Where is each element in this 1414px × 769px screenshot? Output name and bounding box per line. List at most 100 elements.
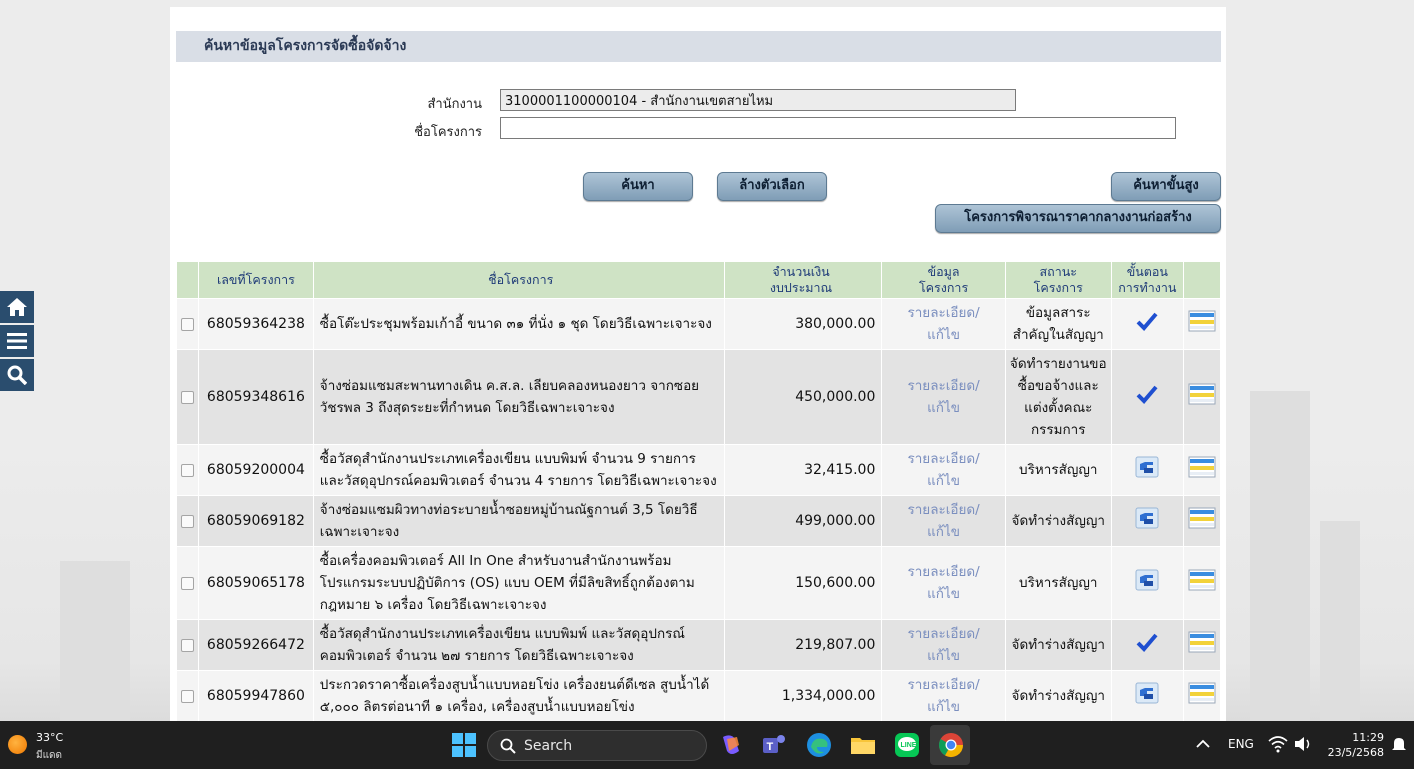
detail-link-line1[interactable]: รายละเอียด/ [907, 378, 979, 394]
row-checkbox-cell [176, 298, 199, 350]
card-edit-icon[interactable] [1188, 456, 1216, 478]
project-name-input[interactable] [500, 117, 1176, 139]
hand-icon[interactable] [1135, 682, 1159, 704]
step-cell[interactable] [1110, 444, 1184, 496]
copilot-icon[interactable] [717, 731, 745, 759]
detail-link-line1[interactable]: รายละเอียด/ [907, 451, 979, 467]
edit-cell[interactable] [1182, 495, 1222, 547]
hand-icon[interactable] [1135, 507, 1159, 529]
edit-cell[interactable] [1182, 546, 1222, 620]
card-edit-icon[interactable] [1188, 631, 1216, 653]
hand-icon[interactable] [1135, 569, 1159, 591]
chrome-icon[interactable] [937, 731, 965, 759]
step-cell[interactable] [1110, 349, 1184, 445]
table-body: 68059364238 ซื้อโต๊ะประชุมพร้อมเก้าอี้ ข… [176, 298, 1222, 722]
page-title: ค้นหาข้อมูลโครงการจัดซื้อจัดจ้าง [176, 31, 1221, 62]
detail-link-line1[interactable]: รายละเอียด/ [907, 564, 979, 580]
row-checkbox[interactable] [181, 390, 194, 404]
chevron-up-icon[interactable] [1194, 735, 1212, 753]
step-cell[interactable] [1110, 546, 1184, 620]
detail-edit-link[interactable]: รายละเอียด/แก้ไข [881, 619, 1006, 671]
header-status-line1: สถานะ [1039, 264, 1077, 279]
office-field[interactable] [500, 89, 1016, 111]
detail-edit-link[interactable]: รายละเอียด/แก้ไข [881, 495, 1006, 547]
edit-cell[interactable] [1182, 298, 1222, 350]
row-checkbox[interactable] [181, 638, 194, 652]
step-cell[interactable] [1110, 298, 1184, 350]
check-icon[interactable] [1136, 632, 1158, 652]
search-label: Search [524, 738, 573, 754]
weather-condition[interactable]: มีแดด [36, 748, 62, 763]
office-label: สำนักงาน [427, 97, 482, 112]
detail-edit-link[interactable]: รายละเอียด/แก้ไข [881, 670, 1006, 722]
table-row: 68059065178 ซื้อเครื่องคอมพิวเตอร์ All I… [176, 546, 1222, 620]
check-icon[interactable] [1136, 384, 1158, 404]
row-checkbox[interactable] [181, 317, 194, 331]
header-edit-col [1182, 261, 1222, 299]
row-checkbox[interactable] [181, 514, 194, 528]
file-explorer-icon[interactable] [849, 731, 877, 759]
edit-cell[interactable] [1182, 670, 1222, 722]
edit-cell[interactable] [1182, 619, 1222, 671]
project-name: ซื้อวัสดุสำนักงานประเภทเครื่องเขียน แบบพ… [312, 619, 725, 671]
search-button[interactable]: ค้นหา [583, 172, 693, 201]
windows-start-icon[interactable] [450, 731, 478, 759]
menu-button[interactable] [0, 325, 34, 357]
detail-link-line2[interactable]: แก้ไข [927, 327, 960, 343]
detail-edit-link[interactable]: รายละเอียด/แก้ไข [881, 546, 1006, 620]
detail-link-line1[interactable]: รายละเอียด/ [907, 502, 979, 518]
card-edit-icon[interactable] [1188, 507, 1216, 529]
card-edit-icon[interactable] [1188, 383, 1216, 405]
teams-icon[interactable]: T [760, 731, 788, 759]
hand-icon[interactable] [1135, 456, 1159, 478]
row-checkbox[interactable] [181, 576, 194, 590]
detail-link-line2[interactable]: แก้ไข [927, 586, 960, 602]
row-checkbox-cell [176, 444, 199, 496]
detail-link-line2[interactable]: แก้ไข [927, 699, 960, 715]
step-cell[interactable] [1110, 619, 1184, 671]
wifi-icon[interactable] [1268, 735, 1288, 753]
sun-icon[interactable] [8, 735, 27, 754]
detail-edit-link[interactable]: รายละเอียด/แก้ไข [881, 444, 1006, 496]
taskbar-search[interactable]: Search [487, 730, 707, 761]
edit-cell[interactable] [1182, 444, 1222, 496]
notification-icon[interactable] [1390, 735, 1408, 753]
home-button[interactable] [0, 291, 34, 323]
detail-edit-link[interactable]: รายละเอียด/แก้ไข [881, 298, 1006, 350]
language-indicator[interactable]: ENG [1228, 737, 1254, 751]
project-name: ประกวดราคาซื้อเครื่องสูบน้ำแบบหอยโข่ง เค… [312, 670, 725, 722]
card-edit-icon[interactable] [1188, 682, 1216, 704]
advanced-search-button[interactable]: ค้นหาขั้นสูง [1111, 172, 1221, 201]
median-price-button[interactable]: โครงการพิจารณาราคากลางงานก่อสร้าง [935, 204, 1221, 233]
clear-button[interactable]: ล้างตัวเลือก [717, 172, 827, 201]
header-project-name: ชื่อโครงการ [312, 261, 725, 299]
edge-icon[interactable] [805, 731, 833, 759]
detail-edit-link[interactable]: รายละเอียด/แก้ไข [881, 349, 1006, 445]
detail-link-line2[interactable]: แก้ไข [927, 400, 960, 416]
row-checkbox[interactable] [181, 689, 194, 703]
detail-link-line1[interactable]: รายละเอียด/ [907, 626, 979, 642]
step-cell[interactable] [1110, 670, 1184, 722]
line-icon[interactable]: LINE [893, 731, 921, 759]
volume-icon[interactable] [1293, 735, 1313, 753]
row-checkbox[interactable] [181, 463, 194, 477]
project-amount: 150,600.00 [723, 546, 883, 620]
detail-link-line1[interactable]: รายละเอียด/ [907, 305, 979, 321]
clock[interactable]: 11:29 23/5/2568 [1328, 730, 1384, 760]
table-row: 68059200004 ซื้อวัสดุสำนักงานประเภทเครื่… [176, 444, 1222, 496]
header-step-line2: การทำงาน [1118, 280, 1177, 295]
detail-link-line2[interactable]: แก้ไข [927, 473, 960, 489]
card-edit-icon[interactable] [1188, 569, 1216, 591]
search-side-button[interactable] [0, 359, 34, 391]
detail-link-line1[interactable]: รายละเอียด/ [907, 677, 979, 693]
detail-link-line2[interactable]: แก้ไข [927, 524, 960, 540]
step-cell[interactable] [1110, 495, 1184, 547]
table-row: 68059266472 ซื้อวัสดุสำนักงานประเภทเครื่… [176, 619, 1222, 671]
edit-cell[interactable] [1182, 349, 1222, 445]
detail-link-line2[interactable]: แก้ไข [927, 648, 960, 664]
project-status: ข้อมูลสาระสำคัญในสัญญา [1004, 298, 1112, 350]
project-name: จ้างซ่อมแซมสะพานทางเดิน ค.ส.ล. เลียบคลอง… [312, 349, 725, 445]
card-edit-icon[interactable] [1188, 310, 1216, 332]
check-icon[interactable] [1136, 311, 1158, 331]
weather-temperature[interactable]: 33°C [36, 731, 63, 744]
